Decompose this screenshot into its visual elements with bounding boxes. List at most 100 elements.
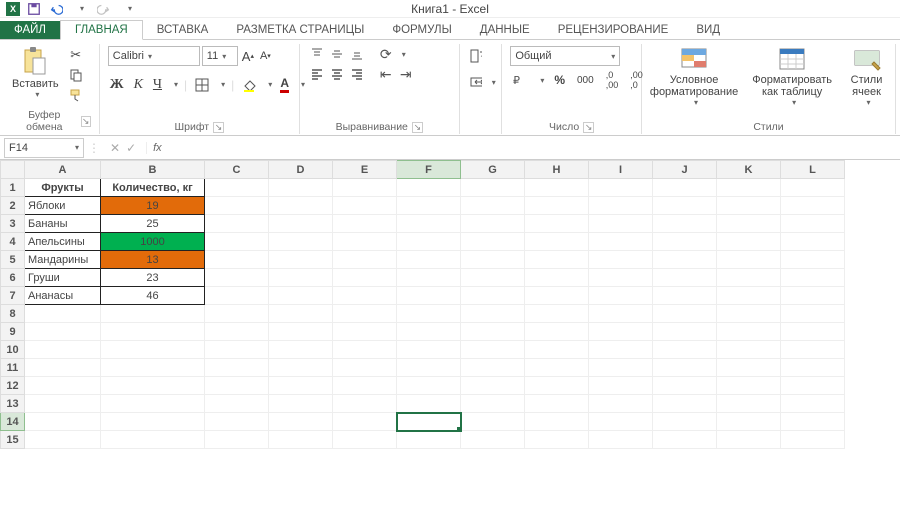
cell-E12[interactable] <box>333 377 397 395</box>
cell-E3[interactable] <box>333 215 397 233</box>
cell-K13[interactable] <box>717 395 781 413</box>
tab-рецензирование[interactable]: РЕЦЕНЗИРОВАНИЕ <box>544 21 683 39</box>
cell-A15[interactable] <box>25 431 101 449</box>
cell-D7[interactable] <box>269 287 333 305</box>
spreadsheet-grid[interactable]: ABCDEFGHIJKL1ФруктыКоличество, кг2Яблоки… <box>0 160 900 449</box>
italic-button[interactable]: К <box>132 77 145 93</box>
cell-A3[interactable]: Бананы <box>25 215 101 233</box>
tab-вставка[interactable]: ВСТАВКА <box>143 21 223 39</box>
cell-G9[interactable] <box>461 323 525 341</box>
cell-L5[interactable] <box>781 251 845 269</box>
cell-A6[interactable]: Груши <box>25 269 101 287</box>
cell-I9[interactable] <box>589 323 653 341</box>
col-header-A[interactable]: A <box>25 161 101 179</box>
font-launcher-icon[interactable]: ↘ <box>213 122 224 133</box>
increase-decimal-icon[interactable]: ,0,00 <box>604 70 621 90</box>
cell-L8[interactable] <box>781 305 845 323</box>
cell-styles-button[interactable]: Стили ячеек▾ <box>846 46 887 107</box>
cell-H1[interactable] <box>525 179 589 197</box>
cell-J13[interactable] <box>653 395 717 413</box>
fill-color-icon[interactable] <box>240 78 258 92</box>
cell-I14[interactable] <box>589 413 653 431</box>
cell-L9[interactable] <box>781 323 845 341</box>
accounting-format-icon[interactable]: ₽ <box>510 73 528 87</box>
cell-L4[interactable] <box>781 233 845 251</box>
cell-J1[interactable] <box>653 179 717 197</box>
cell-F13[interactable] <box>397 395 461 413</box>
wrap-text-icon[interactable] <box>468 48 484 64</box>
cell-H5[interactable] <box>525 251 589 269</box>
cell-L7[interactable] <box>781 287 845 305</box>
cell-F12[interactable] <box>397 377 461 395</box>
cell-D11[interactable] <box>269 359 333 377</box>
cell-D4[interactable] <box>269 233 333 251</box>
conditional-formatting-button[interactable]: Условное форматирование▾ <box>650 46 738 107</box>
row-header-9[interactable]: 9 <box>1 323 25 341</box>
cell-F11[interactable] <box>397 359 461 377</box>
align-middle-icon[interactable] <box>328 46 344 62</box>
cell-J14[interactable] <box>653 413 717 431</box>
cell-B12[interactable] <box>101 377 205 395</box>
fx-label[interactable]: fx <box>146 142 162 154</box>
cell-J12[interactable] <box>653 377 717 395</box>
cell-L6[interactable] <box>781 269 845 287</box>
cell-C1[interactable] <box>205 179 269 197</box>
clipboard-launcher-icon[interactable]: ↘ <box>81 116 91 127</box>
col-header-G[interactable]: G <box>461 161 525 179</box>
copy-icon[interactable] <box>67 66 85 84</box>
cell-K10[interactable] <box>717 341 781 359</box>
underline-button[interactable]: Ч <box>151 77 164 93</box>
redo-icon[interactable] <box>96 1 112 17</box>
cell-E11[interactable] <box>333 359 397 377</box>
cell-K2[interactable] <box>717 197 781 215</box>
cell-G1[interactable] <box>461 179 525 197</box>
enter-formula-icon[interactable]: ✓ <box>126 141 136 155</box>
cell-L12[interactable] <box>781 377 845 395</box>
cell-A14[interactable] <box>25 413 101 431</box>
cell-J4[interactable] <box>653 233 717 251</box>
cell-D13[interactable] <box>269 395 333 413</box>
col-header-J[interactable]: J <box>653 161 717 179</box>
cell-H8[interactable] <box>525 305 589 323</box>
row-header-1[interactable]: 1 <box>1 179 25 197</box>
cell-B15[interactable] <box>101 431 205 449</box>
cell-F7[interactable] <box>397 287 461 305</box>
tab-вид[interactable]: ВИД <box>682 21 734 39</box>
col-header-C[interactable]: C <box>205 161 269 179</box>
cell-D10[interactable] <box>269 341 333 359</box>
col-header-F[interactable]: F <box>397 161 461 179</box>
row-header-8[interactable]: 8 <box>1 305 25 323</box>
row-header-3[interactable]: 3 <box>1 215 25 233</box>
cell-A12[interactable] <box>25 377 101 395</box>
cell-J8[interactable] <box>653 305 717 323</box>
cell-C9[interactable] <box>205 323 269 341</box>
cell-K3[interactable] <box>717 215 781 233</box>
cell-G15[interactable] <box>461 431 525 449</box>
borders-dropdown-icon[interactable]: ▾ <box>221 80 225 89</box>
row-header-13[interactable]: 13 <box>1 395 25 413</box>
cell-B14[interactable] <box>101 413 205 431</box>
cell-E4[interactable] <box>333 233 397 251</box>
tab-file[interactable]: ФАЙЛ <box>0 21 60 39</box>
cell-A7[interactable]: Ананасы <box>25 287 101 305</box>
cell-J10[interactable] <box>653 341 717 359</box>
cell-H15[interactable] <box>525 431 589 449</box>
cell-K15[interactable] <box>717 431 781 449</box>
row-header-7[interactable]: 7 <box>1 287 25 305</box>
cell-F3[interactable] <box>397 215 461 233</box>
cell-F4[interactable] <box>397 233 461 251</box>
cell-G14[interactable] <box>461 413 525 431</box>
col-header-L[interactable]: L <box>781 161 845 179</box>
cell-D14[interactable] <box>269 413 333 431</box>
align-right-icon[interactable] <box>348 66 364 82</box>
col-header-I[interactable]: I <box>589 161 653 179</box>
cell-H3[interactable] <box>525 215 589 233</box>
align-left-icon[interactable] <box>308 66 324 82</box>
cell-H13[interactable] <box>525 395 589 413</box>
cell-C3[interactable] <box>205 215 269 233</box>
cell-E13[interactable] <box>333 395 397 413</box>
cell-F1[interactable] <box>397 179 461 197</box>
cell-G10[interactable] <box>461 341 525 359</box>
format-as-table-button[interactable]: Форматировать как таблицу▾ <box>752 46 832 107</box>
cell-J11[interactable] <box>653 359 717 377</box>
